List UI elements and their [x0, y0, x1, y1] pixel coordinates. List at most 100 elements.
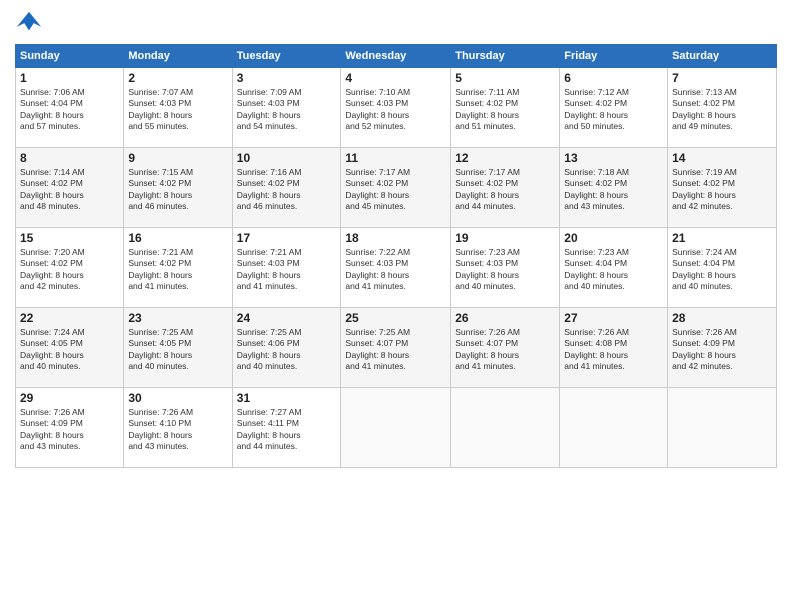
calendar-cell: 24 Sunrise: 7:25 AM Sunset: 4:06 PM Dayli… [232, 308, 341, 388]
day-number: 2 [128, 71, 227, 85]
day-number: 18 [345, 231, 446, 245]
day-number: 3 [237, 71, 337, 85]
day-info: Sunrise: 7:14 AM Sunset: 4:02 PM Dayligh… [20, 167, 119, 213]
calendar-cell: 15 Sunrise: 7:20 AM Sunset: 4:02 PM Dayli… [16, 228, 124, 308]
day-number: 6 [564, 71, 663, 85]
day-info: Sunrise: 7:11 AM Sunset: 4:02 PM Dayligh… [455, 87, 555, 133]
calendar-cell: 7 Sunrise: 7:13 AM Sunset: 4:02 PM Daylig… [668, 68, 777, 148]
day-info: Sunrise: 7:19 AM Sunset: 4:02 PM Dayligh… [672, 167, 772, 213]
day-number: 31 [237, 391, 337, 405]
calendar-week-row: 1Sunrise: 7:06 AM Sunset: 4:04 PM Daylig… [16, 68, 777, 148]
calendar-cell: 5 Sunrise: 7:11 AM Sunset: 4:02 PM Daylig… [451, 68, 560, 148]
day-number: 19 [455, 231, 555, 245]
calendar-cell: 10Sunrise: 7:16 AM Sunset: 4:02 PM Dayli… [232, 148, 341, 228]
day-number: 7 [672, 71, 772, 85]
calendar-table: SundayMondayTuesdayWednesdayThursdayFrid… [15, 44, 777, 468]
calendar-cell: 6 Sunrise: 7:12 AM Sunset: 4:02 PM Daylig… [560, 68, 668, 148]
day-number: 29 [20, 391, 119, 405]
day-info: Sunrise: 7:17 AM Sunset: 4:02 PM Dayligh… [345, 167, 446, 213]
day-info: Sunrise: 7:07 AM Sunset: 4:03 PM Dayligh… [128, 87, 227, 133]
calendar-cell [560, 388, 668, 468]
calendar-week-row: 15 Sunrise: 7:20 AM Sunset: 4:02 PM Dayli… [16, 228, 777, 308]
calendar-cell: 20Sunrise: 7:23 AM Sunset: 4:04 PM Dayli… [560, 228, 668, 308]
calendar-cell: 30Sunrise: 7:26 AM Sunset: 4:10 PM Dayli… [124, 388, 232, 468]
weekday-header-monday: Monday [124, 45, 232, 68]
day-number: 8 [20, 151, 119, 165]
day-number: 14 [672, 151, 772, 165]
calendar-cell: 25 Sunrise: 7:25 AM Sunset: 4:07 PM Dayli… [341, 308, 451, 388]
day-info: Sunrise: 7:06 AM Sunset: 4:04 PM Dayligh… [20, 87, 119, 133]
day-number: 22 [20, 311, 119, 325]
day-number: 25 [345, 311, 446, 325]
day-number: 9 [128, 151, 227, 165]
calendar-cell: 9Sunrise: 7:15 AM Sunset: 4:02 PM Daylig… [124, 148, 232, 228]
calendar-cell: 11 Sunrise: 7:17 AM Sunset: 4:02 PM Dayli… [341, 148, 451, 228]
calendar-cell [341, 388, 451, 468]
day-info: Sunrise: 7:23 AM Sunset: 4:03 PM Dayligh… [455, 247, 555, 293]
weekday-header-thursday: Thursday [451, 45, 560, 68]
calendar-cell: 17 Sunrise: 7:21 AM Sunset: 4:03 PM Dayli… [232, 228, 341, 308]
weekday-header-sunday: Sunday [16, 45, 124, 68]
calendar-week-row: 8 Sunrise: 7:14 AM Sunset: 4:02 PM Daylig… [16, 148, 777, 228]
day-info: Sunrise: 7:25 AM Sunset: 4:05 PM Dayligh… [128, 327, 227, 373]
day-number: 13 [564, 151, 663, 165]
calendar-cell: 13 Sunrise: 7:18 AM Sunset: 4:02 PM Dayli… [560, 148, 668, 228]
calendar-cell: 8 Sunrise: 7:14 AM Sunset: 4:02 PM Daylig… [16, 148, 124, 228]
calendar-cell: 14 Sunrise: 7:19 AM Sunset: 4:02 PM Dayli… [668, 148, 777, 228]
calendar-cell [668, 388, 777, 468]
day-info: Sunrise: 7:13 AM Sunset: 4:02 PM Dayligh… [672, 87, 772, 133]
day-number: 28 [672, 311, 772, 325]
calendar-cell [451, 388, 560, 468]
day-number: 24 [237, 311, 337, 325]
day-number: 21 [672, 231, 772, 245]
day-info: Sunrise: 7:22 AM Sunset: 4:03 PM Dayligh… [345, 247, 446, 293]
calendar-cell: 16 Sunrise: 7:21 AM Sunset: 4:02 PM Dayli… [124, 228, 232, 308]
day-info: Sunrise: 7:21 AM Sunset: 4:03 PM Dayligh… [237, 247, 337, 293]
day-number: 12 [455, 151, 555, 165]
calendar-cell: 3 Sunrise: 7:09 AM Sunset: 4:03 PM Daylig… [232, 68, 341, 148]
day-info: Sunrise: 7:26 AM Sunset: 4:09 PM Dayligh… [672, 327, 772, 373]
calendar-week-row: 22Sunrise: 7:24 AM Sunset: 4:05 PM Dayli… [16, 308, 777, 388]
day-info: Sunrise: 7:10 AM Sunset: 4:03 PM Dayligh… [345, 87, 446, 133]
day-info: Sunrise: 7:12 AM Sunset: 4:02 PM Dayligh… [564, 87, 663, 133]
day-number: 23 [128, 311, 227, 325]
calendar-cell: 1Sunrise: 7:06 AM Sunset: 4:04 PM Daylig… [16, 68, 124, 148]
calendar-cell: 22Sunrise: 7:24 AM Sunset: 4:05 PM Dayli… [16, 308, 124, 388]
day-info: Sunrise: 7:25 AM Sunset: 4:06 PM Dayligh… [237, 327, 337, 373]
day-info: Sunrise: 7:21 AM Sunset: 4:02 PM Dayligh… [128, 247, 227, 293]
day-info: Sunrise: 7:27 AM Sunset: 4:11 PM Dayligh… [237, 407, 337, 453]
day-number: 30 [128, 391, 227, 405]
day-number: 20 [564, 231, 663, 245]
calendar-cell: 28 Sunrise: 7:26 AM Sunset: 4:09 PM Dayli… [668, 308, 777, 388]
day-number: 17 [237, 231, 337, 245]
day-info: Sunrise: 7:26 AM Sunset: 4:08 PM Dayligh… [564, 327, 663, 373]
calendar-cell: 23 Sunrise: 7:25 AM Sunset: 4:05 PM Dayli… [124, 308, 232, 388]
calendar-cell: 19 Sunrise: 7:23 AM Sunset: 4:03 PM Dayli… [451, 228, 560, 308]
header [15, 10, 777, 38]
day-info: Sunrise: 7:20 AM Sunset: 4:02 PM Dayligh… [20, 247, 119, 293]
day-number: 11 [345, 151, 446, 165]
weekday-header-friday: Friday [560, 45, 668, 68]
day-info: Sunrise: 7:24 AM Sunset: 4:04 PM Dayligh… [672, 247, 772, 293]
weekday-header-tuesday: Tuesday [232, 45, 341, 68]
calendar-cell: 18 Sunrise: 7:22 AM Sunset: 4:03 PM Dayli… [341, 228, 451, 308]
day-number: 16 [128, 231, 227, 245]
day-number: 15 [20, 231, 119, 245]
calendar-cell: 2 Sunrise: 7:07 AM Sunset: 4:03 PM Daylig… [124, 68, 232, 148]
calendar-cell: 21 Sunrise: 7:24 AM Sunset: 4:04 PM Dayli… [668, 228, 777, 308]
day-info: Sunrise: 7:16 AM Sunset: 4:02 PM Dayligh… [237, 167, 337, 213]
calendar-cell: 29 Sunrise: 7:26 AM Sunset: 4:09 PM Dayli… [16, 388, 124, 468]
day-info: Sunrise: 7:18 AM Sunset: 4:02 PM Dayligh… [564, 167, 663, 213]
day-info: Sunrise: 7:25 AM Sunset: 4:07 PM Dayligh… [345, 327, 446, 373]
weekday-header-wednesday: Wednesday [341, 45, 451, 68]
day-number: 27 [564, 311, 663, 325]
logo [15, 10, 47, 38]
day-number: 5 [455, 71, 555, 85]
day-info: Sunrise: 7:26 AM Sunset: 4:09 PM Dayligh… [20, 407, 119, 453]
day-info: Sunrise: 7:09 AM Sunset: 4:03 PM Dayligh… [237, 87, 337, 133]
weekday-header-saturday: Saturday [668, 45, 777, 68]
calendar-week-row: 29 Sunrise: 7:26 AM Sunset: 4:09 PM Dayli… [16, 388, 777, 468]
day-info: Sunrise: 7:17 AM Sunset: 4:02 PM Dayligh… [455, 167, 555, 213]
day-number: 26 [455, 311, 555, 325]
logo-icon [15, 10, 43, 38]
